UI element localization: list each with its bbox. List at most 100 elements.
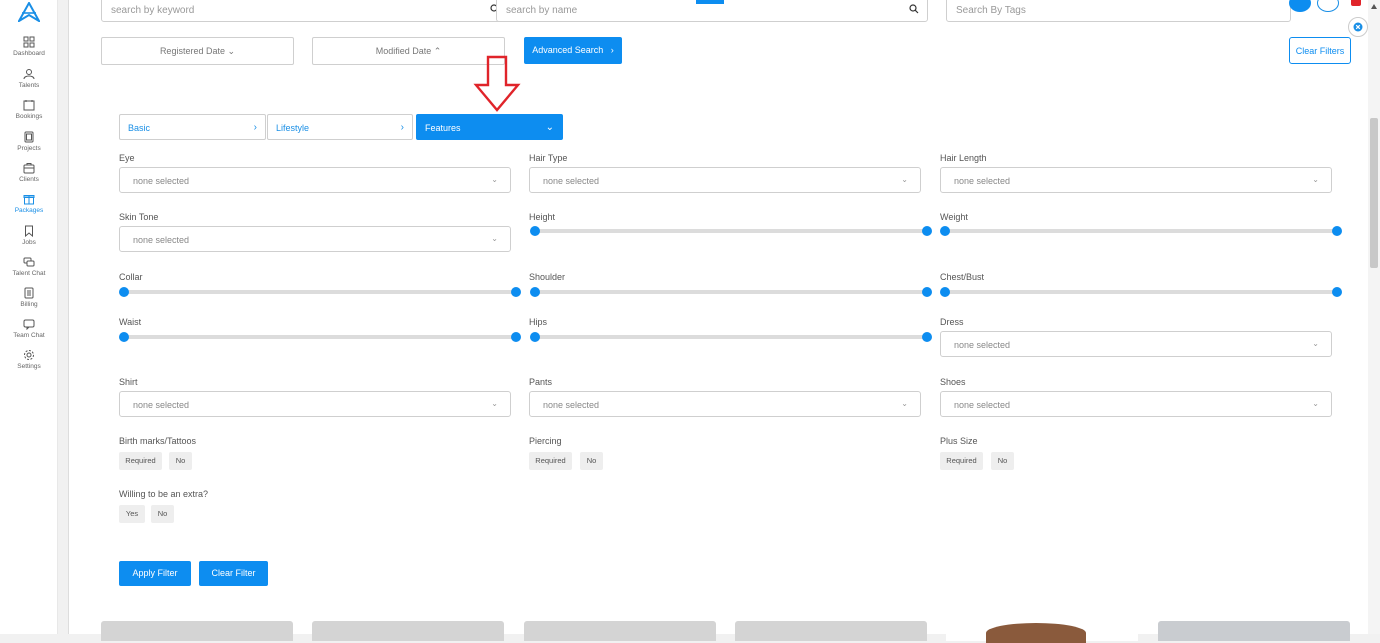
plus-size-no-option[interactable]: No	[991, 452, 1014, 470]
slider-min-handle[interactable]	[119, 287, 129, 297]
sidebar-item-talent-chat[interactable]: Talent Chat	[0, 256, 58, 277]
shoes-select[interactable]: none selected ⌄	[940, 391, 1332, 417]
search-icon[interactable]	[909, 4, 919, 14]
shirt-select[interactable]: none selected ⌄	[119, 391, 511, 417]
talent-card[interactable]	[101, 621, 293, 641]
notification-badge[interactable]	[1351, 0, 1361, 6]
settings-icon	[24, 350, 34, 360]
top-search-button[interactable]	[1317, 0, 1339, 12]
birth-marks-label: Birth marks/Tattoos	[119, 436, 197, 446]
sidebar-item-settings[interactable]: Settings	[0, 349, 58, 370]
caret-down-icon: ⌄	[901, 399, 908, 408]
slider-min-handle[interactable]	[940, 287, 950, 297]
caret-down-icon: ⌄	[901, 175, 908, 184]
sidebar-item-label: Jobs	[22, 239, 36, 246]
talent-card[interactable]	[524, 621, 716, 641]
sidebar-item-clients[interactable]: Clients	[0, 162, 58, 183]
close-button[interactable]	[1348, 17, 1368, 37]
advanced-search-button[interactable]: Advanced Search ›	[524, 37, 622, 64]
eye-value: none selected	[133, 176, 190, 186]
tab-lifestyle[interactable]: Lifestyle ›	[267, 114, 413, 140]
jobs-icon	[25, 225, 33, 237]
birth-marks-required-option[interactable]: Required	[119, 452, 162, 470]
shirt-value: none selected	[133, 400, 190, 410]
scroll-up-arrow-icon[interactable]	[1371, 4, 1377, 9]
keyword-search-input[interactable]: search by keyword	[101, 0, 509, 22]
collar-range-slider[interactable]	[119, 287, 521, 297]
height-range-slider[interactable]	[530, 226, 932, 236]
search-tab-indicator	[696, 0, 724, 4]
willing-extra-no-option[interactable]: No	[151, 505, 174, 523]
sidebar-item-billing[interactable]: Billing	[0, 287, 58, 308]
packages-icon	[23, 195, 35, 205]
close-icon	[1353, 22, 1363, 32]
tags-search-input[interactable]: Search By Tags	[946, 0, 1291, 22]
sidebar-item-team-chat[interactable]: Team Chat	[0, 318, 58, 339]
talent-card-photo[interactable]	[1158, 621, 1350, 641]
caret-down-icon: ⌄	[491, 175, 498, 184]
slider-max-handle[interactable]	[511, 287, 521, 297]
user-avatar[interactable]	[1289, 0, 1311, 12]
slider-max-handle[interactable]	[511, 332, 521, 342]
talent-card[interactable]	[312, 621, 504, 641]
slider-min-handle[interactable]	[530, 287, 540, 297]
eye-label: Eye	[119, 153, 135, 163]
chest-bust-range-slider[interactable]	[940, 287, 1342, 297]
sidebar: Dashboard Talents Bookings Projects Clie…	[0, 0, 58, 634]
slider-min-handle[interactable]	[530, 332, 540, 342]
piercing-no-option[interactable]: No	[580, 452, 603, 470]
registered-date-sort[interactable]: Registered Date ⌄	[101, 37, 294, 65]
weight-range-slider[interactable]	[940, 226, 1342, 236]
slider-max-handle[interactable]	[922, 287, 932, 297]
weight-label: Weight	[940, 212, 968, 222]
slider-track	[124, 335, 516, 339]
sidebar-item-jobs[interactable]: Jobs	[0, 225, 58, 246]
clear-filter-button[interactable]: Clear Filter	[199, 561, 268, 586]
sidebar-item-packages[interactable]: Packages	[0, 193, 58, 214]
page-scrollbar[interactable]	[1368, 0, 1380, 634]
slider-max-handle[interactable]	[922, 226, 932, 236]
apply-filter-button[interactable]: Apply Filter	[119, 561, 191, 586]
slider-max-handle[interactable]	[922, 332, 932, 342]
shoulder-range-slider[interactable]	[530, 287, 932, 297]
slider-min-handle[interactable]	[119, 332, 129, 342]
skin-tone-label: Skin Tone	[119, 212, 159, 222]
birth-marks-no-option[interactable]: No	[169, 452, 192, 470]
plus-size-required-option[interactable]: Required	[940, 452, 983, 470]
clear-filters-label: Clear Filters	[1295, 46, 1345, 56]
hair-type-value: none selected	[543, 176, 600, 186]
sidebar-item-talents[interactable]: Talents	[0, 68, 58, 89]
talent-card[interactable]	[735, 621, 927, 641]
hair-type-select[interactable]: none selected ⌄	[529, 167, 921, 193]
willing-extra-yes-option[interactable]: Yes	[119, 505, 145, 523]
tab-features[interactable]: Features ⌄	[416, 114, 563, 140]
slider-max-handle[interactable]	[1332, 226, 1342, 236]
shoes-value: none selected	[954, 400, 1011, 410]
hips-range-slider[interactable]	[530, 332, 932, 342]
shoes-label: Shoes	[940, 377, 966, 387]
piercing-required-option[interactable]: Required	[529, 452, 572, 470]
slider-max-handle[interactable]	[1332, 287, 1342, 297]
scrollbar-thumb[interactable]	[1370, 118, 1378, 268]
caret-down-icon: ⌄	[1312, 399, 1319, 408]
tab-basic-label: Basic	[128, 123, 151, 133]
app-logo[interactable]	[18, 2, 40, 22]
hair-length-select[interactable]: none selected ⌄	[940, 167, 1332, 193]
slider-min-handle[interactable]	[530, 226, 540, 236]
sidebar-item-dashboard[interactable]: Dashboard	[0, 36, 58, 57]
eye-select[interactable]: none selected ⌄	[119, 167, 511, 193]
caret-down-icon: ⌄	[491, 399, 498, 408]
pants-select[interactable]: none selected ⌄	[529, 391, 921, 417]
talent-card-photo[interactable]	[946, 621, 1138, 643]
skin-tone-select[interactable]: none selected ⌄	[119, 226, 511, 252]
slider-min-handle[interactable]	[940, 226, 950, 236]
tab-basic[interactable]: Basic ›	[119, 114, 266, 140]
clear-filters-button[interactable]: Clear Filters	[1289, 37, 1351, 64]
sidebar-item-bookings[interactable]: Bookings	[0, 99, 58, 120]
chevron-up-icon: ⌃	[433, 46, 442, 56]
dress-select[interactable]: none selected ⌄	[940, 331, 1332, 357]
sidebar-item-projects[interactable]: Projects	[0, 131, 58, 152]
waist-range-slider[interactable]	[119, 332, 521, 342]
keyword-search-placeholder: search by keyword	[111, 5, 195, 16]
caret-down-icon: ⌄	[1312, 175, 1319, 184]
